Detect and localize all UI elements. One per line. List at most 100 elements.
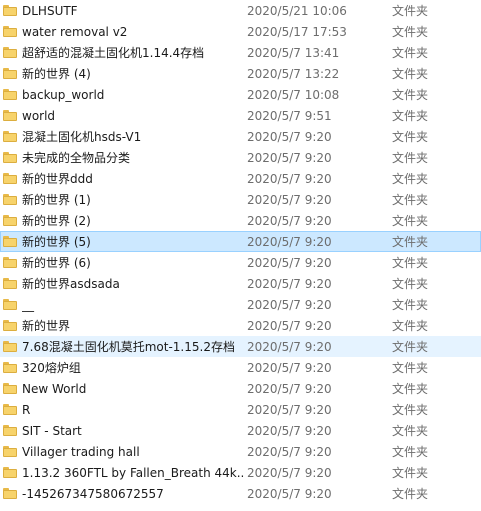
file-name: Villager trading hall <box>22 445 140 459</box>
file-row[interactable]: 320熔炉组 2020/5/7 9:20 文件夹 <box>0 357 481 378</box>
file-row[interactable]: 新的世界 (1) 2020/5/7 9:20 文件夹 <box>0 189 481 210</box>
file-type: 文件夹 <box>392 46 429 60</box>
folder-icon <box>3 446 17 457</box>
file-type: 文件夹 <box>392 298 429 312</box>
file-date-modified: 2020/5/7 9:20 <box>247 403 332 417</box>
file-name: 新的世界 (4) <box>22 67 91 81</box>
folder-icon <box>3 110 17 121</box>
folder-icon <box>3 26 17 37</box>
file-date-modified: 2020/5/7 9:20 <box>247 319 332 333</box>
folder-icon <box>3 320 17 331</box>
file-name: -145267347580672557 <box>22 487 164 501</box>
file-name: __ <box>22 298 34 312</box>
folder-icon <box>3 5 17 16</box>
folder-icon <box>3 257 17 268</box>
file-row[interactable]: R 2020/5/7 9:20 文件夹 <box>0 399 481 420</box>
file-row[interactable]: 混凝土固化机hsds-V1 2020/5/7 9:20 文件夹 <box>0 126 481 147</box>
file-date-modified: 2020/5/7 9:20 <box>247 256 332 270</box>
file-row[interactable]: 7.68混凝土固化机莫托mot-1.15.2存档 2020/5/7 9:20 文件夹 <box>0 336 481 357</box>
file-row[interactable]: SIT - Start 2020/5/7 9:20 文件夹 <box>0 420 481 441</box>
file-row[interactable]: 新的世界 (4) 2020/5/7 13:22 文件夹 <box>0 63 481 84</box>
file-date-modified: 2020/5/7 9:20 <box>247 193 332 207</box>
file-row[interactable]: -145267347580672557 2020/5/7 9:20 文件夹 <box>0 483 481 504</box>
file-name: 7.68混凝土固化机莫托mot-1.15.2存档 <box>22 340 235 354</box>
file-date-modified: 2020/5/7 9:20 <box>247 172 332 186</box>
file-name: 未完成的全物品分类 <box>22 151 131 165</box>
file-row[interactable]: 新的世界 2020/5/7 9:20 文件夹 <box>0 315 481 336</box>
file-row[interactable]: DLHSUTF 2020/5/21 10:06 文件夹 <box>0 0 481 21</box>
file-type: 文件夹 <box>392 235 429 249</box>
file-name: 新的世界 (5) <box>22 235 91 249</box>
file-type: 文件夹 <box>392 193 429 207</box>
file-type: 文件夹 <box>392 340 429 354</box>
folder-icon <box>3 488 17 499</box>
file-type: 文件夹 <box>392 256 429 270</box>
file-row[interactable]: 超舒适的混凝土固化机1.14.4存档 2020/5/7 13:41 文件夹 <box>0 42 481 63</box>
file-type: 文件夹 <box>392 445 429 459</box>
file-date-modified: 2020/5/7 9:20 <box>247 445 332 459</box>
file-row[interactable]: backup_world 2020/5/7 10:08 文件夹 <box>0 84 481 105</box>
file-date-modified: 2020/5/17 17:53 <box>247 25 347 39</box>
file-name: 超舒适的混凝土固化机1.14.4存档 <box>22 46 205 60</box>
folder-icon <box>3 341 17 352</box>
file-date-modified: 2020/5/7 9:20 <box>247 361 332 375</box>
file-name: R <box>22 403 31 417</box>
file-type: 文件夹 <box>392 403 429 417</box>
file-date-modified: 2020/5/7 9:20 <box>247 277 332 291</box>
file-type: 文件夹 <box>392 277 429 291</box>
file-date-modified: 2020/5/7 9:51 <box>247 109 332 123</box>
file-row[interactable]: 新的世界asdsada 2020/5/7 9:20 文件夹 <box>0 273 481 294</box>
file-name: water removal v2 <box>22 25 128 39</box>
folder-icon <box>3 383 17 394</box>
file-type: 文件夹 <box>392 130 429 144</box>
file-row[interactable]: 新的世界 (5) 2020/5/7 9:20 文件夹 <box>0 231 481 252</box>
file-date-modified: 2020/5/7 9:20 <box>247 424 332 438</box>
folder-icon <box>3 173 17 184</box>
file-date-modified: 2020/5/7 9:20 <box>247 340 332 354</box>
file-date-modified: 2020/5/7 9:20 <box>247 151 332 165</box>
file-type: 文件夹 <box>392 382 429 396</box>
file-name: backup_world <box>22 88 105 102</box>
file-type: 文件夹 <box>392 466 429 480</box>
file-name: 新的世界 (2) <box>22 214 91 228</box>
file-row[interactable]: New World 2020/5/7 9:20 文件夹 <box>0 378 481 399</box>
file-row[interactable]: world 2020/5/7 9:51 文件夹 <box>0 105 481 126</box>
file-type: 文件夹 <box>392 319 429 333</box>
file-date-modified: 2020/5/7 9:20 <box>247 487 332 501</box>
file-name: SIT - Start <box>22 424 82 438</box>
folder-icon <box>3 467 17 478</box>
file-row[interactable]: __ 2020/5/7 9:20 文件夹 <box>0 294 481 315</box>
file-type: 文件夹 <box>392 67 429 81</box>
folder-icon <box>3 215 17 226</box>
file-type: 文件夹 <box>392 88 429 102</box>
file-date-modified: 2020/5/7 9:20 <box>247 466 332 480</box>
folder-icon <box>3 131 17 142</box>
file-name: 新的世界 (1) <box>22 193 91 207</box>
folder-icon <box>3 152 17 163</box>
file-type: 文件夹 <box>392 214 429 228</box>
file-list: DLHSUTF 2020/5/21 10:06 文件夹 water removal v… <box>0 0 481 504</box>
file-date-modified: 2020/5/21 10:06 <box>247 4 347 18</box>
folder-icon <box>3 89 17 100</box>
file-name: 混凝土固化机hsds-V1 <box>22 130 142 144</box>
file-date-modified: 2020/5/7 13:22 <box>247 67 340 81</box>
file-row[interactable]: water removal v2 2020/5/17 17:53 文件夹 <box>0 21 481 42</box>
file-name: 新的世界 <box>22 319 71 333</box>
file-date-modified: 2020/5/7 9:20 <box>247 298 332 312</box>
file-name: 1.13.2 360FTL by Fallen_Breath 44k... <box>22 466 244 480</box>
file-name: 320熔炉组 <box>22 361 81 375</box>
file-row[interactable]: 未完成的全物品分类 2020/5/7 9:20 文件夹 <box>0 147 481 168</box>
file-type: 文件夹 <box>392 4 429 18</box>
file-type: 文件夹 <box>392 109 429 123</box>
file-row[interactable]: Villager trading hall 2020/5/7 9:20 文件夹 <box>0 441 481 462</box>
file-row[interactable]: 1.13.2 360FTL by Fallen_Breath 44k... 202… <box>0 462 481 483</box>
file-date-modified: 2020/5/7 9:20 <box>247 382 332 396</box>
folder-icon <box>3 236 17 247</box>
file-row[interactable]: 新的世界ddd 2020/5/7 9:20 文件夹 <box>0 168 481 189</box>
file-date-modified: 2020/5/7 13:41 <box>247 46 340 60</box>
file-row[interactable]: 新的世界 (6) 2020/5/7 9:20 文件夹 <box>0 252 481 273</box>
file-row[interactable]: 新的世界 (2) 2020/5/7 9:20 文件夹 <box>0 210 481 231</box>
file-date-modified: 2020/5/7 9:20 <box>247 130 332 144</box>
folder-icon <box>3 278 17 289</box>
folder-icon <box>3 299 17 310</box>
